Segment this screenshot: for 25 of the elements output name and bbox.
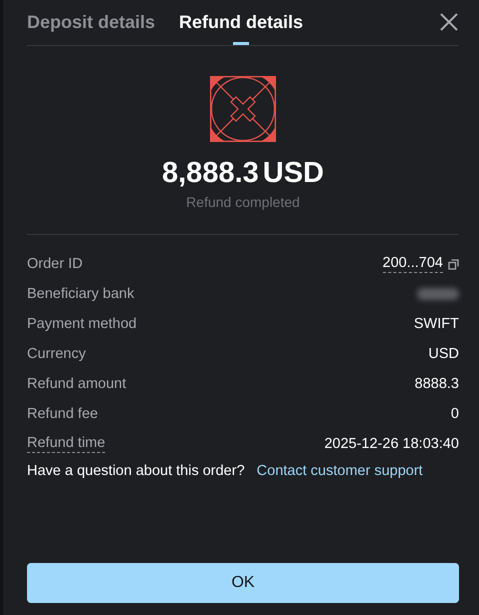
detail-value: 8888.3 [414, 376, 459, 392]
close-icon[interactable] [439, 12, 459, 32]
blurred-value [417, 288, 459, 300]
detail-value: USD [428, 346, 459, 362]
detail-label: Order ID [27, 256, 83, 272]
broken-image-icon [210, 76, 276, 142]
detail-label: Payment method [27, 316, 137, 332]
support-link[interactable]: Contact customer support [256, 463, 423, 479]
detail-label: Refund amount [27, 376, 126, 392]
tab[interactable]: Refund details [179, 12, 304, 45]
detail-value: 0 [450, 406, 459, 422]
detail-label: Refund fee [27, 406, 98, 422]
refund-amount: 8,888.3 [162, 157, 259, 190]
status-text: Refund completed [186, 194, 300, 210]
detail-value: SWIFT [414, 316, 459, 332]
currency-label: USD [262, 157, 324, 190]
copy-icon[interactable] [448, 258, 459, 270]
detail-label: Currency [27, 346, 86, 362]
ok-button[interactable]: OK [27, 563, 459, 603]
tab[interactable]: Deposit details [27, 12, 156, 45]
detail-label: Refund time [27, 435, 106, 453]
detail-value: 2025-12-26 18:03:40 [324, 436, 459, 452]
detail-value: 200...704 [382, 255, 443, 273]
help-question: Have a question about this order? [27, 463, 245, 479]
detail-label: Beneficiary bank [27, 286, 134, 302]
